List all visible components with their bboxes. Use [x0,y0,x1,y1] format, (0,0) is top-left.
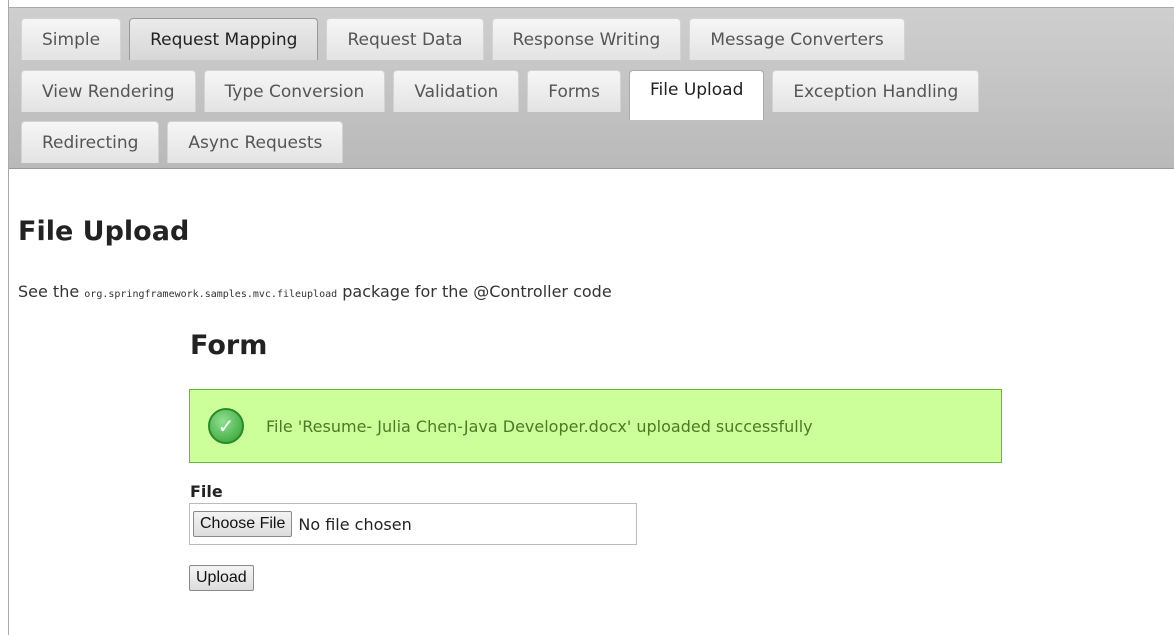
tab-forms[interactable]: Forms [527,70,621,112]
intro-prefix: See the [18,282,85,301]
file-status-text: No file chosen [298,514,412,534]
file-input[interactable]: Choose File No file chosen [189,503,637,545]
success-message: ✓ File 'Resume- Julia Chen-Java Develope… [189,389,1002,463]
tab-row-2: View Rendering Type Conversion Validatio… [21,70,987,120]
tab-exception-handling[interactable]: Exception Handling [772,70,980,112]
tab-simple[interactable]: Simple [21,18,122,60]
choose-file-button[interactable]: Choose File [193,511,293,537]
tab-row-1: Simple Request Mapping Request Data Resp… [21,18,913,60]
tab-redirecting[interactable]: Redirecting [21,121,160,163]
tab-type-conversion[interactable]: Type Conversion [203,70,386,112]
tab-bar: Simple Request Mapping Request Data Resp… [9,7,1174,169]
tab-response-writing[interactable]: Response Writing [491,18,682,60]
tab-message-converters[interactable]: Message Converters [689,18,905,60]
intro-suffix: package for the @Controller code [337,282,612,301]
tab-validation[interactable]: Validation [393,70,520,112]
package-name: org.springframework.samples.mvc.fileuplo… [84,289,338,300]
success-message-text: File 'Resume- Julia Chen-Java Developer.… [266,416,813,436]
tab-request-mapping[interactable]: Request Mapping [129,18,319,60]
tab-view-rendering[interactable]: View Rendering [21,70,196,112]
form-title: Form [190,330,268,361]
tab-row-3: Redirecting Async Requests [21,121,351,163]
tab-async-requests[interactable]: Async Requests [167,121,344,163]
checkmark-circle-icon: ✓ [208,408,244,444]
tab-request-data[interactable]: Request Data [326,18,484,60]
page-title: File Upload [18,216,190,247]
upload-button[interactable]: Upload [189,565,254,591]
tab-file-upload[interactable]: File Upload [628,70,765,120]
file-label: File [190,482,223,501]
intro-text: See the org.springframework.samples.mvc.… [18,282,612,301]
